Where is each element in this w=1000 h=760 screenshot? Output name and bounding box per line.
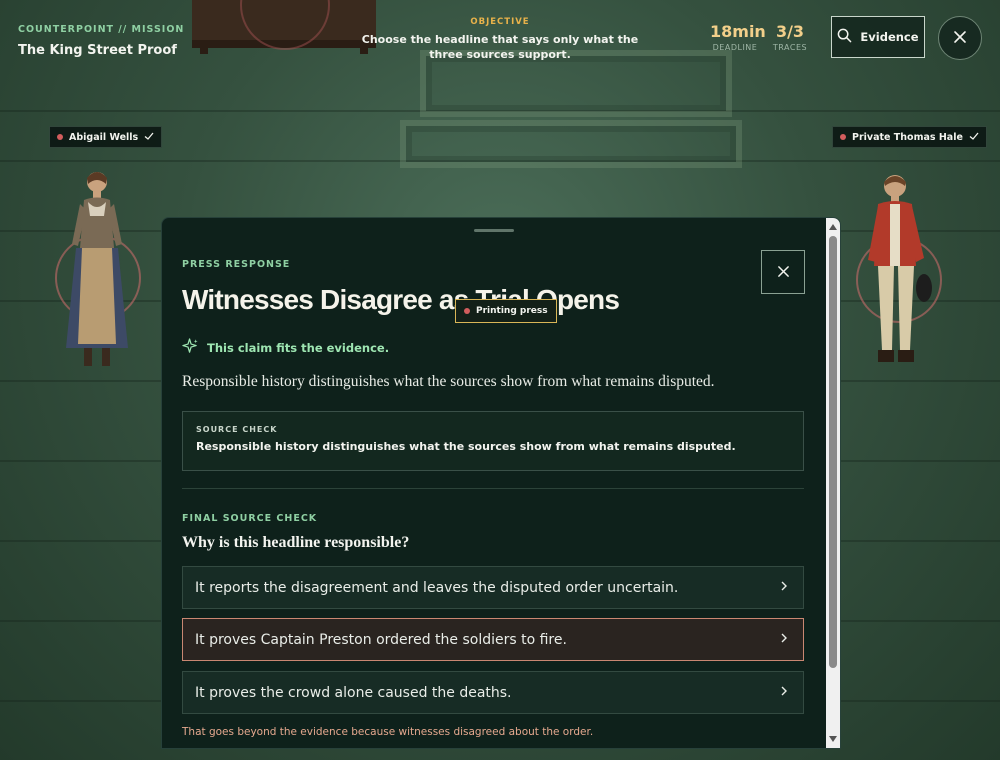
witness-figure-private-thomas-hale[interactable]: [858, 170, 938, 378]
scroll-up-icon[interactable]: [829, 224, 837, 230]
evidence-label: Evidence: [860, 30, 919, 44]
close-icon: [953, 29, 967, 48]
answer-option[interactable]: It reports the disagreement and leaves t…: [182, 566, 804, 609]
witness-tag-private-thomas-hale[interactable]: Private Thomas Hale: [832, 126, 987, 148]
witness-tag-abigail-wells[interactable]: Abigail Wells: [49, 126, 163, 148]
status-dot: [57, 134, 63, 140]
status-dot: [840, 134, 846, 140]
answer-option-selected-wrong[interactable]: It proves Captain Preston ordered the so…: [182, 618, 804, 661]
check-icon: [144, 131, 154, 144]
source-check-label: SOURCE CHECK: [196, 425, 278, 434]
witness-name: Private Thomas Hale: [852, 131, 963, 143]
divider: [182, 488, 804, 489]
evidence-button[interactable]: Evidence: [831, 16, 925, 58]
witness-name: Abigail Wells: [69, 131, 139, 143]
floor-panel: [400, 120, 742, 168]
drag-handle[interactable]: [474, 229, 514, 232]
mission-title: The King Street Proof: [18, 43, 177, 58]
deadline-label: DEADLINE: [712, 43, 758, 52]
close-icon: [777, 263, 790, 282]
exit-mission-button[interactable]: [938, 16, 982, 60]
answer-option-label: It proves the crowd alone caused the dea…: [195, 684, 512, 701]
question: Why is this headline responsible?: [182, 534, 410, 551]
fit-status: This claim fits the evidence.: [182, 338, 389, 358]
objective-text: Choose the headline that says only what …: [361, 33, 639, 61]
deadline-value: 18min: [710, 22, 766, 41]
lead-paragraph: Responsible history distinguishes what t…: [182, 373, 715, 390]
objective-kicker: OBJECTIVE: [470, 17, 530, 27]
printing-press-tag[interactable]: Printing press: [455, 299, 557, 323]
deadline-stat: 18min DEADLINE: [710, 22, 766, 52]
sparkle-icon: [182, 338, 199, 358]
scroll-down-icon[interactable]: [829, 736, 837, 742]
feedback-text: That goes beyond the evidence because wi…: [182, 726, 594, 738]
answer-option[interactable]: It proves the crowd alone caused the dea…: [182, 671, 804, 714]
chevron-right-icon: [779, 685, 789, 701]
source-check-text: Responsible history distinguishes what t…: [196, 440, 736, 453]
search-icon: [837, 28, 852, 46]
scrollbar-thumb[interactable]: [829, 236, 837, 668]
traces-stat: 3/3 TRACES: [772, 22, 808, 52]
source-check-box: SOURCE CHECK Responsible history disting…: [182, 411, 804, 471]
printing-press-label: Printing press: [476, 306, 548, 316]
modal-scrollbar[interactable]: [826, 218, 840, 748]
press-response-modal: PRESS RESPONSE Witnesses Disagree as Tri…: [161, 217, 841, 749]
modal-close-button[interactable]: [761, 250, 805, 294]
final-source-check-kicker: FINAL SOURCE CHECK: [182, 513, 318, 524]
witness-figure-abigail-wells[interactable]: [62, 168, 132, 378]
status-dot: [464, 308, 470, 314]
chevron-right-icon: [779, 632, 789, 648]
chevron-right-icon: [779, 580, 789, 596]
answer-option-label: It proves Captain Preston ordered the so…: [195, 631, 567, 648]
mission-kicker: COUNTERPOINT // MISSION: [18, 24, 185, 35]
check-icon: [969, 131, 979, 144]
traces-value: 3/3: [775, 22, 805, 41]
answer-option-label: It reports the disagreement and leaves t…: [195, 579, 679, 596]
press-response-kicker: PRESS RESPONSE: [182, 259, 291, 270]
traces-label: TRACES: [772, 43, 808, 52]
fit-status-text: This claim fits the evidence.: [207, 341, 390, 355]
